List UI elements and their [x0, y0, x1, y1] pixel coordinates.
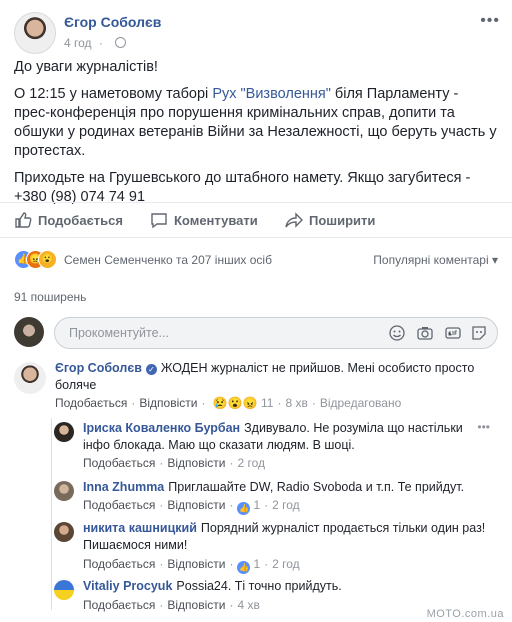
comment-button[interactable]: Коментувати [150, 211, 258, 229]
share-arrow-icon [285, 212, 303, 228]
reply-item: Іриска Коваленко Бурбан Здивувало. Не роз… [0, 420, 512, 472]
page-link[interactable]: Рух "Визволення" [212, 86, 331, 102]
caret-down-icon: ▾ [491, 253, 498, 267]
emoji-icon[interactable] [389, 325, 405, 341]
post-header: Єгор Соболєв 4 год · ••• [14, 12, 502, 56]
reply-author-name[interactable]: никита кашницкий [83, 521, 197, 535]
shares-count[interactable]: 91 поширень [14, 290, 86, 304]
reply-reply-link[interactable]: Відповісти [167, 456, 225, 470]
comment-like-link[interactable]: Подобається [55, 396, 127, 410]
post-body: До уваги журналістів! О 12:15 у наметово… [14, 58, 498, 215]
share-button[interactable]: Поширити [285, 211, 375, 229]
reply-like-link[interactable]: Подобається [83, 498, 155, 512]
current-user-avatar [14, 317, 44, 347]
author-avatar[interactable] [14, 12, 56, 54]
camera-icon[interactable] [417, 325, 433, 341]
comment-reaction-count[interactable]: 11 [261, 396, 273, 410]
reply-text: Приглашайте DW, Radio Svoboda и т.п. Те … [168, 480, 465, 494]
speech-bubble-icon [151, 213, 167, 229]
comment-reactions-icon[interactable]: 😢😮😠 [213, 396, 258, 410]
verified-badge-icon: ✓ [145, 364, 157, 375]
globe-icon [115, 37, 127, 48]
reply-reply-link[interactable]: Відповісти [167, 557, 225, 571]
reply-time[interactable]: 2 год [272, 557, 300, 571]
reply-author-avatar[interactable] [54, 422, 74, 442]
like-button[interactable]: Подобається [14, 211, 123, 229]
comment-reply-link[interactable]: Відповісти [139, 396, 197, 410]
reply-reply-link[interactable]: Відповісти [167, 598, 225, 612]
author-name[interactable]: Єгор Соболєв [64, 14, 161, 30]
reply-time[interactable]: 2 год [272, 498, 300, 512]
reply-reply-link[interactable]: Відповісти [167, 498, 225, 512]
reply-author-avatar[interactable] [54, 580, 74, 600]
reply-like-link[interactable]: Подобається [83, 456, 155, 470]
reply-author-name[interactable]: Inna Zhumma [83, 480, 164, 494]
thumbs-up-icon [15, 212, 32, 228]
reply-like-link[interactable]: Подобається [83, 557, 155, 571]
comment-input-box[interactable] [54, 317, 498, 349]
like-count-icon: 👍 [237, 502, 251, 515]
reply-item: никита кашницкий Порядний журналіст прода… [0, 520, 512, 574]
reply-reaction-count[interactable]: 1 [253, 498, 260, 512]
reply-reaction-count[interactable]: 1 [253, 557, 260, 571]
reactions-summary[interactable]: 👍 😠 😮 Семен Семенченко та 207 інших осіб… [14, 249, 498, 271]
comment-input[interactable] [67, 325, 371, 341]
reply-author-avatar[interactable] [54, 522, 74, 542]
reply-time[interactable]: 4 хв [237, 598, 259, 612]
reply-time[interactable]: 2 год [237, 456, 265, 470]
comment-item: Єгор Соболєв ✓ ЖОДЕН журналіст не прийшов.… [0, 360, 512, 412]
comment-author-name[interactable]: Єгор Соболєв [55, 361, 142, 375]
reply-text: Possia24. Ті точно прийдуть. [176, 579, 342, 593]
reply-author-avatar[interactable] [54, 481, 74, 501]
like-count-icon: 👍 [237, 561, 251, 574]
reply-author-name[interactable]: Іриска Коваленко Бурбан [83, 421, 240, 435]
wow-reaction-icon: 😮 [38, 250, 57, 269]
comment-author-avatar[interactable] [14, 362, 46, 394]
sticker-icon[interactable] [471, 325, 487, 341]
post-meta: 4 год · [64, 36, 127, 50]
comment-sort-dropdown[interactable]: Популярні коментарі ▾ [373, 253, 498, 267]
reply-item: Inna Zhumma Приглашайте DW, Radio Svoboda… [0, 479, 512, 515]
reply-like-link[interactable]: Подобається [83, 598, 155, 612]
post-paragraph-2: О 12:15 у наметовому таборі Рух "Визволе… [14, 86, 497, 159]
comment-time[interactable]: 8 хв [285, 396, 307, 410]
reply-more-icon[interactable]: ••• [477, 420, 490, 434]
watermark: MOTO.com.ua [426, 608, 504, 620]
post-time[interactable]: 4 год [64, 36, 92, 50]
reply-author-name[interactable]: Vitaliy Procyuk [83, 579, 172, 593]
more-options-icon[interactable]: ••• [480, 12, 500, 30]
comment-edited-label: Відредаговано [319, 396, 402, 410]
comment-composer [14, 313, 498, 349]
post-paragraph-1: До уваги журналістів! [14, 59, 158, 75]
reactions-text[interactable]: Семен Семенченко та 207 інших осіб [64, 253, 272, 267]
gif-icon[interactable] [445, 325, 461, 341]
post-action-bar: Подобається Коментувати Поширити [0, 202, 512, 238]
